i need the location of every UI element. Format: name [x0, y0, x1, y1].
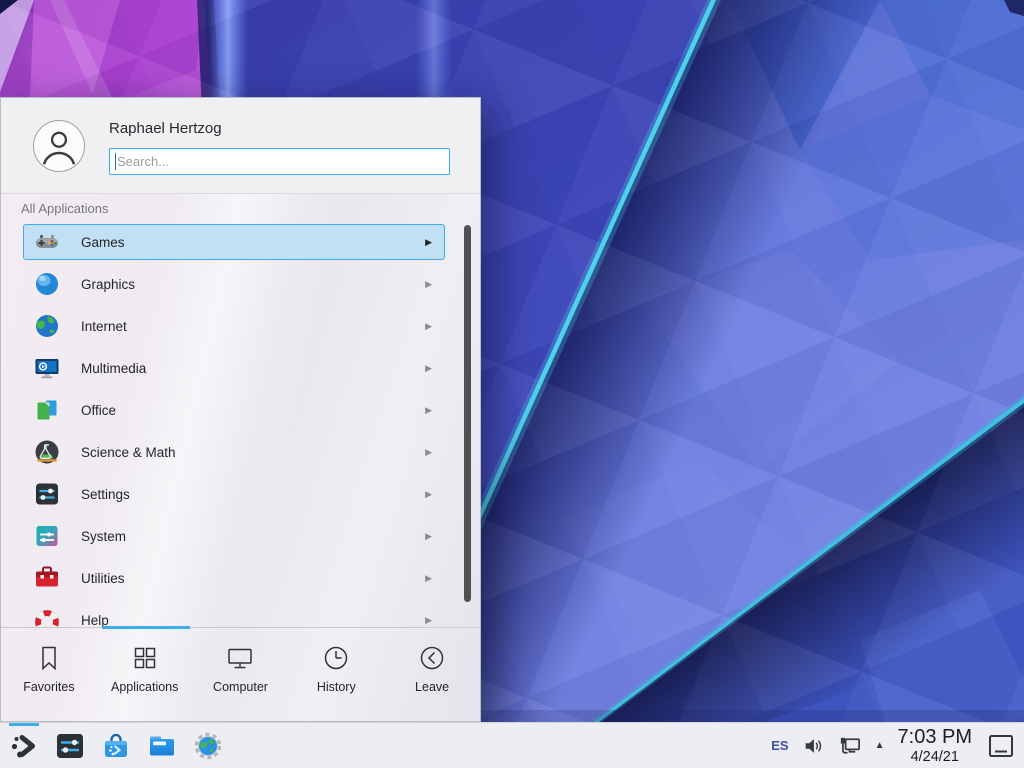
- file-manager-icon: [146, 730, 178, 762]
- active-tab-indicator: [102, 626, 190, 629]
- favorites-icon: [34, 643, 64, 673]
- tab-history[interactable]: History: [288, 628, 384, 721]
- category-row-help[interactable]: Help ▶: [23, 602, 445, 627]
- web-browser-icon: [192, 730, 224, 762]
- internet-icon: [33, 312, 61, 340]
- tab-label: Leave: [415, 680, 449, 694]
- clock-date: 4/24/21: [911, 750, 959, 765]
- tab-favorites[interactable]: Favorites: [1, 628, 97, 721]
- section-label: All Applications: [21, 201, 108, 216]
- history-icon: [321, 643, 351, 673]
- tab-computer[interactable]: Computer: [193, 628, 289, 721]
- system-settings-button[interactable]: [54, 730, 86, 762]
- app-launcher-icon: [8, 730, 40, 762]
- tab-label: History: [317, 680, 356, 694]
- volume-icon[interactable]: [802, 735, 824, 757]
- tray-expander-icon[interactable]: ▲: [875, 740, 885, 751]
- category-label: Internet: [81, 319, 127, 334]
- category-row-office[interactable]: Office ▶: [23, 392, 445, 428]
- list-scrollbar[interactable]: [464, 225, 471, 602]
- category-label: Graphics: [81, 277, 135, 292]
- discover-icon: [100, 730, 132, 762]
- category-row-internet[interactable]: Internet ▶: [23, 308, 445, 344]
- category-row-games[interactable]: Games ▶: [23, 224, 445, 260]
- user-avatar[interactable]: [33, 120, 85, 172]
- computer-icon: [225, 643, 255, 673]
- web-browser-button[interactable]: [192, 730, 224, 762]
- settings-icon: [33, 480, 61, 508]
- keyboard-layout-indicator[interactable]: ES: [771, 738, 788, 753]
- launcher-header: Raphael Hertzog: [1, 98, 480, 194]
- network-icon[interactable]: [837, 734, 862, 758]
- tab-applications[interactable]: Applications: [97, 628, 193, 721]
- system-settings-icon: [54, 730, 86, 762]
- tab-leave[interactable]: Leave: [384, 628, 480, 721]
- launcher-open-indicator: [9, 723, 39, 726]
- submenu-arrow-icon: ▶: [425, 405, 432, 416]
- office-icon: [33, 396, 61, 424]
- submenu-arrow-icon: ▶: [425, 363, 432, 374]
- clock-time: 7:03 PM: [898, 727, 972, 747]
- category-label: Science & Math: [81, 445, 176, 460]
- category-label: Office: [81, 403, 116, 418]
- submenu-arrow-icon: ▶: [425, 237, 432, 248]
- submenu-arrow-icon: ▶: [425, 447, 432, 458]
- category-row-graphics[interactable]: Graphics ▶: [23, 266, 445, 302]
- submenu-arrow-icon: ▶: [425, 531, 432, 542]
- category-row-science-math[interactable]: Science & Math ▶: [23, 434, 445, 470]
- category-label: Utilities: [81, 571, 125, 586]
- category-row-multimedia[interactable]: Multimedia ▶: [23, 350, 445, 386]
- launcher-tab-bar: Favorites Applications Computer: [1, 627, 480, 721]
- utilities-icon: [33, 564, 61, 592]
- category-list: Games ▶ Graphics ▶ Intern: [1, 224, 480, 627]
- category-label: Multimedia: [81, 361, 146, 376]
- application-launcher-button[interactable]: [8, 730, 40, 762]
- leave-icon: [417, 643, 447, 673]
- category-row-settings[interactable]: Settings ▶: [23, 476, 445, 512]
- category-label: Help: [81, 613, 109, 628]
- graphics-icon: [33, 270, 61, 298]
- show-desktop-button[interactable]: [987, 732, 1015, 760]
- submenu-arrow-icon: ▶: [425, 321, 432, 332]
- discover-button[interactable]: [100, 730, 132, 762]
- search-input[interactable]: [109, 148, 450, 175]
- taskbar-panel: ES ▲ 7:03 PM 4/24/21: [0, 722, 1024, 768]
- text-caret: [115, 153, 116, 170]
- user-name: Raphael Hertzog: [109, 120, 222, 137]
- category-list-container: All Applications Games ▶: [1, 194, 480, 627]
- system-icon: [33, 522, 61, 550]
- taskbar-pinned-apps: [0, 730, 224, 762]
- category-row-utilities[interactable]: Utilities ▶: [23, 560, 445, 596]
- category-row-system[interactable]: System ▶: [23, 518, 445, 554]
- submenu-arrow-icon: ▶: [425, 573, 432, 584]
- help-icon: [33, 606, 61, 627]
- tab-label: Favorites: [23, 680, 74, 694]
- applications-icon: [130, 643, 160, 673]
- category-label: System: [81, 529, 126, 544]
- application-launcher-popup: Raphael Hertzog All Applications Games ▶: [0, 97, 481, 722]
- category-label: Games: [81, 235, 125, 250]
- games-icon: [33, 228, 61, 256]
- submenu-arrow-icon: ▶: [425, 279, 432, 290]
- category-label: Settings: [81, 487, 130, 502]
- tab-label: Computer: [213, 680, 268, 694]
- file-manager-button[interactable]: [146, 730, 178, 762]
- system-tray: ES ▲ 7:03 PM 4/24/21: [771, 727, 1024, 765]
- tab-label: Applications: [111, 680, 178, 694]
- digital-clock[interactable]: 7:03 PM 4/24/21: [898, 727, 972, 765]
- science-math-icon: [33, 438, 61, 466]
- multimedia-icon: [33, 354, 61, 382]
- submenu-arrow-icon: ▶: [425, 615, 432, 626]
- submenu-arrow-icon: ▶: [425, 489, 432, 500]
- user-icon: [34, 120, 84, 172]
